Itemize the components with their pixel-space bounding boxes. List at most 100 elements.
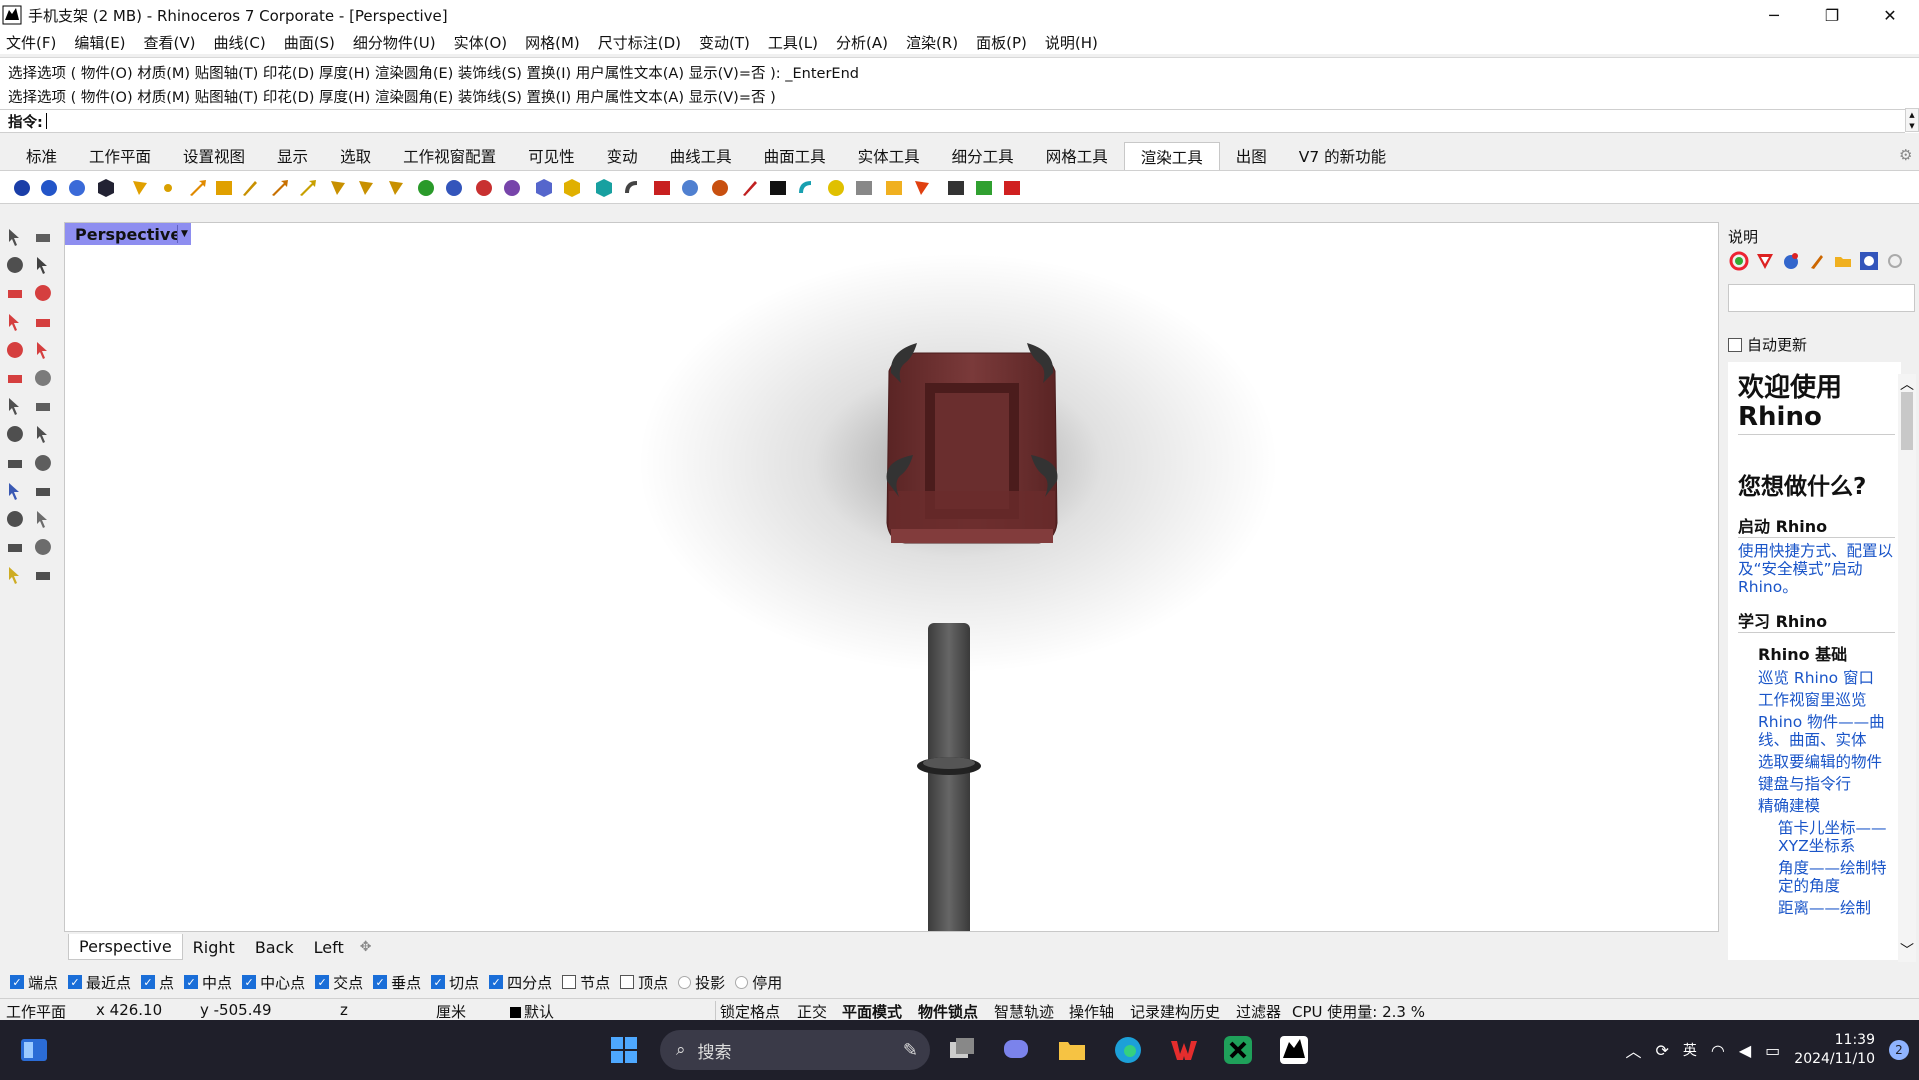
select-arrow-icon[interactable] [4,226,26,248]
cplane-label[interactable]: 工作平面 [6,1001,66,1022]
menu-item[interactable]: 查看(V) [144,32,196,53]
toolbar-tab[interactable]: 标准 [10,142,73,170]
task-view-icon[interactable] [946,1034,978,1066]
box-tool-icon[interactable] [32,311,54,333]
osnap-toggle[interactable]: ✓ 垂点 [373,972,421,993]
scroll-down-icon[interactable]: ﹀ [1900,940,1914,960]
play-render-icon[interactable] [973,177,995,199]
units-label[interactable]: 厘米 [436,1001,466,1022]
surface-tool-icon[interactable] [4,395,26,417]
help-link[interactable]: 精确建模 [1738,797,1895,815]
rectangular-light-icon[interactable] [213,177,235,199]
material-editor-icon[interactable] [443,177,465,199]
viewport-menu-chevron-down-icon[interactable]: ▼ [177,225,191,243]
taskbar-search-box[interactable]: ⌕ 搜索 ✎ [660,1030,930,1070]
checkmark-icon[interactable]: ✓ [242,975,257,989]
menu-item[interactable]: 变动(T) [699,32,750,53]
osnap-toggle[interactable]: ✓ 四分点 [489,972,552,993]
help-link[interactable]: 工作视窗里巡览 [1738,691,1895,709]
radio-button[interactable] [678,975,692,989]
help-link[interactable]: 选取要编辑的物件 [1738,753,1895,771]
planar-toggle[interactable]: 平面模式 [842,1001,902,1022]
folder-icon[interactable] [883,177,905,199]
point-light-icon[interactable] [157,177,179,199]
menu-item[interactable]: 尺寸标注(D) [598,32,681,53]
scale-tool-icon[interactable] [32,508,54,530]
toolbar-tab[interactable]: 工作平面 [73,142,167,170]
decal-icon[interactable] [533,177,555,199]
sync-icon[interactable]: ⟳ [1655,1041,1668,1060]
start-menu-icon[interactable] [608,1034,640,1066]
viewport-title[interactable]: Perspective [65,223,192,245]
frame-icon[interactable] [945,177,967,199]
scroll-thumb[interactable] [1901,392,1913,450]
render-sphere-icon[interactable] [11,177,33,199]
bulb-icon[interactable] [825,177,847,199]
volume-icon[interactable]: ◀ [1739,1041,1751,1060]
viewport-tab[interactable]: Perspective [68,934,183,960]
menu-item[interactable]: 说明(H) [1045,32,1098,53]
notification-badge[interactable]: 2 [1889,1040,1909,1060]
filter-toggle[interactable]: 过滤器 [1236,1001,1281,1022]
extrude-tool-icon[interactable] [32,395,54,417]
layers-icon[interactable] [1754,250,1776,272]
rhino-taskbar-icon[interactable] [1278,1034,1310,1066]
osnap-toggle[interactable]: 节点 [562,972,610,993]
rotate-view-icon[interactable] [32,564,54,586]
brush-icon[interactable] [1806,250,1828,272]
array-tool-icon[interactable] [4,480,26,502]
checkbox-box[interactable] [1728,337,1742,352]
toolbar-tab[interactable]: 工作视窗配置 [387,142,512,170]
toolbar-tab[interactable]: 网格工具 [1030,142,1124,170]
menu-item[interactable]: 细分物件(U) [353,32,436,53]
render-preview-sphere-icon[interactable] [38,177,60,199]
checkmark-icon[interactable]: ✓ [68,975,83,989]
viewport-tab[interactable]: Right [183,934,245,960]
osnap-toggle[interactable]: ✓ 中点 [184,972,232,993]
history-toggle[interactable]: 记录建构历史 [1130,1001,1220,1022]
menu-item[interactable]: 网格(M) [525,32,580,53]
mirror-tool-icon[interactable] [32,480,54,502]
add-viewport-tab-icon[interactable]: ✥ [360,939,372,955]
checkmark-icon[interactable]: ✓ [489,975,504,989]
help-link[interactable]: 距离——绘制 [1738,899,1895,917]
ortho-toggle[interactable]: 正交 [797,1001,827,1022]
desktop-widgets-icon[interactable] [18,1034,50,1066]
osnap-toggle[interactable]: 停用 [735,972,782,993]
material-sphere-icon[interactable] [415,177,437,199]
render-settings-icon[interactable] [95,177,117,199]
directional-light-icon[interactable] [187,177,209,199]
gumball-tool-icon[interactable] [4,452,26,474]
auto-update-checkbox[interactable]: 自动更新 [1728,334,1807,355]
help-link[interactable]: 角度——绘制特定的角度 [1738,859,1895,895]
folder-icon[interactable] [1832,250,1854,272]
osnap-toggle[interactable]: ✓ 点 [141,972,174,993]
osnap-toggle[interactable]: ✓ 切点 [431,972,479,993]
command-input[interactable]: 指令: [0,109,1905,133]
light-tool-icon[interactable] [385,177,407,199]
sun-star-icon[interactable] [911,177,933,199]
toolbar-tab[interactable]: 选取 [324,142,387,170]
linear-light-icon[interactable] [239,177,261,199]
rectangle-tool-icon[interactable] [32,282,54,304]
zoom-tool-icon[interactable] [4,536,26,558]
circle-tool-icon[interactable] [4,311,26,333]
scroll-up-icon[interactable]: ︿ [1900,374,1914,394]
environment-sphere-icon[interactable] [679,177,701,199]
minimize-button[interactable]: ─ [1745,0,1803,30]
toolbar-tab[interactable]: 细分工具 [936,142,1030,170]
paint-icon[interactable] [739,177,761,199]
checkmark-icon[interactable]: ✓ [373,975,388,989]
light-cone-icon[interactable] [355,177,377,199]
basketball-icon[interactable] [709,177,731,199]
ground-plane-icon[interactable] [795,177,817,199]
ime-indicator[interactable]: 英 [1683,1040,1697,1060]
menu-item[interactable]: 实体(O) [454,32,508,53]
sun-icon[interactable] [327,177,349,199]
environment-icon[interactable] [501,177,523,199]
edge-browser-icon[interactable] [1112,1034,1144,1066]
osnap-toggle[interactable]: ✓ 交点 [315,972,363,993]
box-mapping-icon[interactable] [593,177,615,199]
lock-grid-toggle[interactable]: 锁定格点 [715,1001,780,1022]
gumball-toggle[interactable]: 操作轴 [1069,1001,1114,1022]
